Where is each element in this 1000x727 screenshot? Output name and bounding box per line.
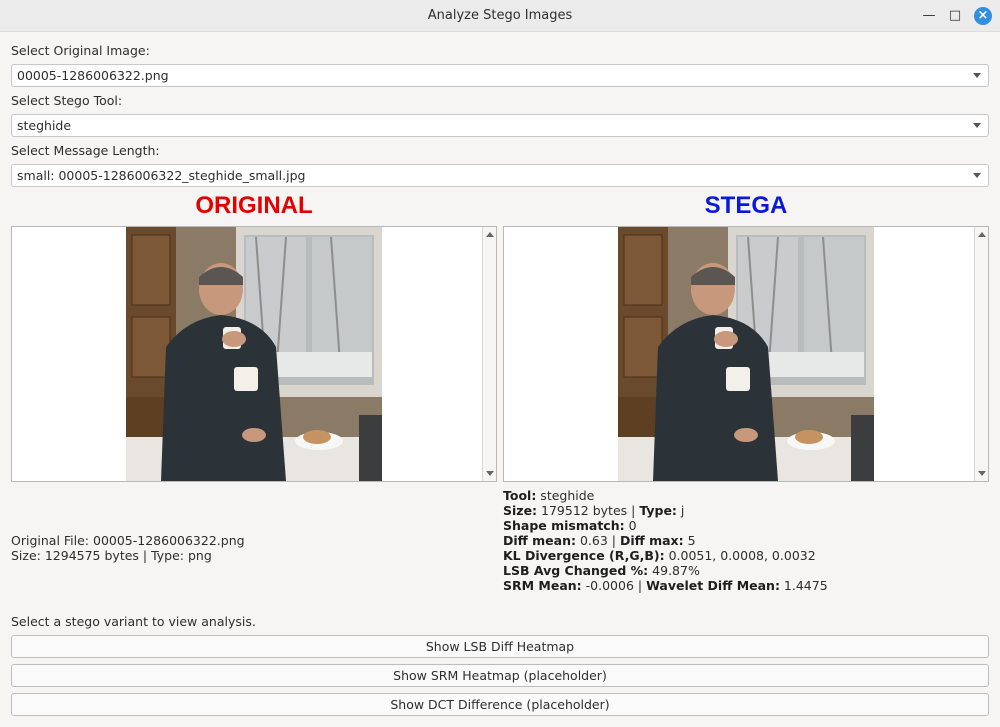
scroll-down-icon[interactable]: [486, 471, 494, 476]
original-image-value: 00005-1286006322.png: [17, 68, 169, 83]
stego-tool-value: steghide: [17, 118, 72, 133]
close-icon[interactable]: ×: [974, 7, 992, 25]
message-length-value: small: 00005-1286006322_steghide_small.j…: [17, 168, 306, 183]
minimize-icon[interactable]: —: [921, 8, 937, 24]
message-length-select[interactable]: small: 00005-1286006322_steghide_small.j…: [11, 164, 989, 187]
dct-difference-button[interactable]: Show DCT Difference (placeholder): [11, 693, 989, 716]
stego-info: Tool: steghide Size: 179512 bytes | Type…: [503, 488, 828, 593]
srm-heatmap-button[interactable]: Show SRM Heatmap (placeholder): [11, 664, 989, 687]
status-text: Select a stego variant to view analysis.: [11, 614, 256, 629]
stego-tool-line: Tool: steghide: [503, 488, 595, 503]
original-image-panel: [11, 226, 497, 482]
stega-header: STEGA: [704, 192, 788, 219]
window-title: Analyze Stego Images: [427, 8, 573, 23]
stego-tool-label: Select Stego Tool:: [11, 93, 123, 108]
stego-kl-line: KL Divergence (R,G,B): 0.0051, 0.0008, 0…: [503, 548, 816, 563]
chevron-down-icon: [973, 73, 981, 78]
original-photo: [126, 227, 382, 481]
message-length-label: Select Message Length:: [11, 143, 160, 158]
chevron-down-icon: [973, 123, 981, 128]
scroll-up-icon[interactable]: [486, 232, 494, 237]
original-image-select[interactable]: 00005-1286006322.png: [11, 64, 989, 87]
stego-lsb-line: LSB Avg Changed %: 49.87%: [503, 563, 700, 578]
maximize-icon[interactable]: □: [947, 8, 963, 24]
lsb-heatmap-button[interactable]: Show LSB Diff Heatmap: [11, 635, 989, 658]
title-bar: Analyze Stego Images — □ ×: [0, 0, 1000, 32]
scroll-down-icon[interactable]: [978, 471, 986, 476]
stego-diff-line: Diff mean: 0.63 | Diff max: 5: [503, 533, 696, 548]
stego-image-panel: [503, 226, 989, 482]
scroll-up-icon[interactable]: [978, 232, 986, 237]
stego-photo: [618, 227, 874, 481]
stego-size-line: Size: 179512 bytes | Type: j: [503, 503, 685, 518]
original-header: ORIGINAL: [195, 192, 313, 219]
stego-tool-select[interactable]: steghide: [11, 114, 989, 137]
original-size-line: Size: 1294575 bytes | Type: png: [11, 548, 212, 563]
stego-panel-scrollbar[interactable]: [974, 227, 988, 481]
stego-shape-line: Shape mismatch: 0: [503, 518, 637, 533]
original-file-line: Original File: 00005-1286006322.png: [11, 533, 245, 548]
original-image-label: Select Original Image:: [11, 43, 150, 58]
original-info: Original File: 00005-1286006322.png Size…: [11, 533, 245, 563]
stego-srm-line: SRM Mean: -0.0006 | Wavelet Diff Mean: 1…: [503, 578, 828, 593]
chevron-down-icon: [973, 173, 981, 178]
original-panel-scrollbar[interactable]: [482, 227, 496, 481]
